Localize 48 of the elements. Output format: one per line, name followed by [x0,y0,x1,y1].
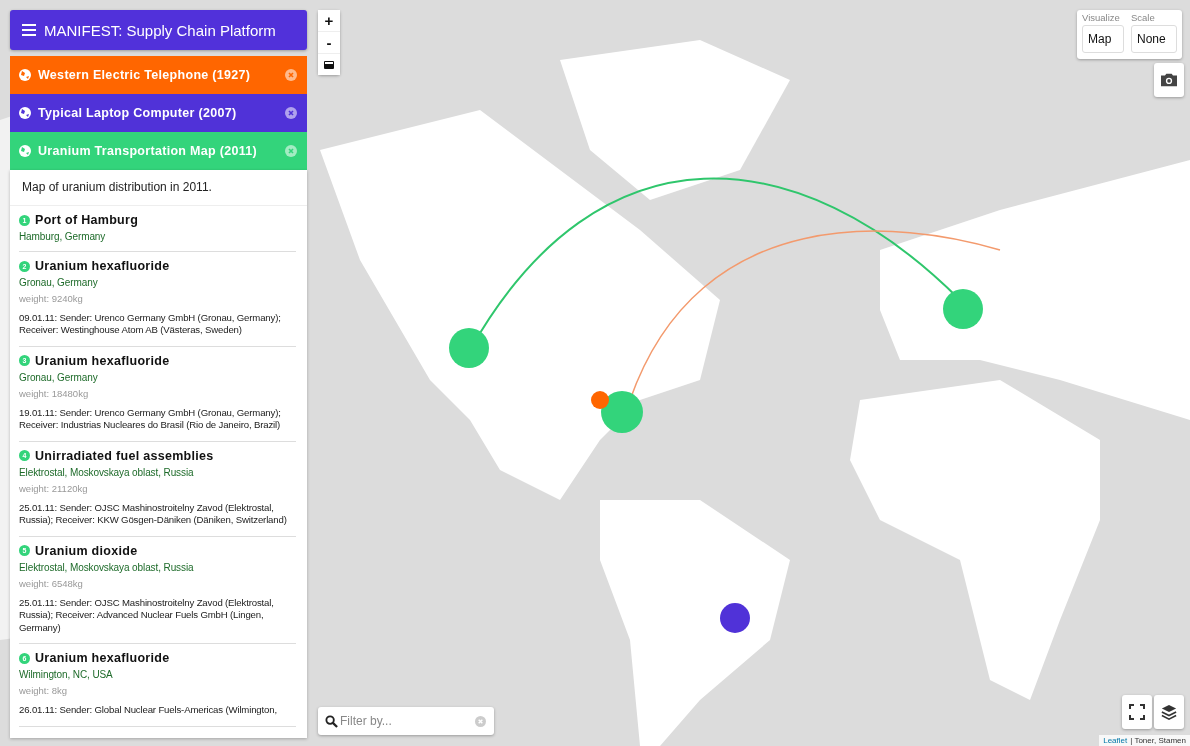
camera-button[interactable] [1154,63,1184,97]
item-location: Gronau, Germany [19,277,99,288]
fullscreen-button[interactable] [1122,695,1152,729]
minimize-button[interactable] [318,54,340,75]
globe-icon [19,107,31,119]
search-icon [325,715,338,728]
close-icon[interactable] [285,107,297,119]
globe-icon [19,69,31,81]
item-note: 09.01.11: Sender: Urenco Germany GmbH (Gronau, Germany); Receiver: Westinghouse Atom AB (Västeras, Sweden) [19,312,282,337]
item-location: Gronau, Germany [19,371,99,383]
item-weight: weight: 8kg [19,685,69,697]
item-location: Elektrostal, Moskovskaya oblast, Russia [19,466,195,478]
visualize-select[interactable]: Map [1082,25,1124,53]
menu-icon[interactable] [22,24,36,36]
item-title[interactable]: Unirradiated fuel assemblies [35,448,214,463]
visualize-label: Visualize [1082,12,1121,23]
item-note: 25.01.11: Sender: OJSC Mashinostroitelny Zavod (Elektrostal, Russia); Receiver: KKW Gösgen-Däniken (Däniken, Switzerland) [19,501,288,527]
zoom-out-button[interactable]: - [318,32,340,53]
item-weight: weight: 6548kg [19,577,84,589]
item-location: Elektrostal, Moskovskaya oblast, Russia [19,561,195,573]
item-note: 19.01.11: Sender: Urenco Germany GmbH (Gronau, Germany); Receiver: Industrias Nucleares do Brasil (Rio de Janeiro, Brazil) [19,406,282,432]
camera-icon [1161,72,1177,88]
item-location: Wilmington, NC, USA [19,669,114,681]
zoom-in-button[interactable]: + [318,10,340,31]
item-title[interactable]: Port of Hamburg [35,213,139,227]
item-title[interactable]: Uranium hexafluoride [35,259,170,273]
fullscreen-icon [1129,704,1145,720]
globe-icon [19,145,31,157]
item-title[interactable]: Uranium hexafluoride [35,651,170,666]
app-title: MANIFEST: Supply Chain Platform [44,21,276,39]
filter-field[interactable]: Filter by... [318,707,494,735]
supply-chain-tab[interactable]: Typical Laptop Computer (2007) [10,94,307,132]
item-weight: weight: 21120kg [19,482,89,494]
scale-select[interactable]: None [1131,25,1177,53]
item-title[interactable]: Uranium hexafluoride [35,353,170,368]
scale-label: Scale [1131,12,1156,23]
item-weight: weight: 18480kg [19,387,90,399]
item-weight: weight: 9240kg [19,293,84,304]
window-icon [324,60,334,69]
item-note: 25.01.11: Sender: OJSC Mashinostroitelny Zavod (Elektrostal, Russia); Receiver: Advanced Nuclear Fuels GmbH (Lingen, Germany) [19,596,275,635]
attribution-text: | Toner, Stamen [1130,736,1186,745]
layers-button[interactable] [1154,695,1184,729]
chain-description: Map of uranium distribution in 2011. [10,170,307,206]
layers-icon [1161,704,1177,720]
item-location: Hamburg, Germany [19,231,107,242]
item-title[interactable]: Uranium dioxide [35,543,138,558]
leaflet-link[interactable]: Leaflet [1103,736,1128,745]
item-note: 26.01.11: Sender: Global Nuclear Fuels-Americas (Wilmington, [19,704,278,717]
